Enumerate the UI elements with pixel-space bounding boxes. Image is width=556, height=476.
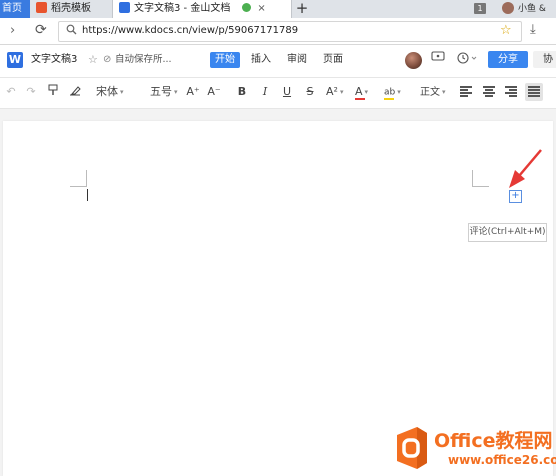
chevron-down-icon: ▾ [174, 88, 178, 96]
margin-corner-top-right [472, 170, 489, 187]
font-family-select[interactable]: 宋体 ▾ [96, 84, 124, 100]
highlight-swatch [384, 98, 394, 100]
browser-user-avatar[interactable] [502, 2, 514, 14]
chevron-down-icon: ▾ [397, 88, 401, 96]
reload-icon[interactable]: ⟳ [35, 21, 51, 39]
wps-doc-favicon-icon [119, 1, 130, 13]
align-left-icon[interactable] [460, 85, 472, 97]
font-color-swatch [355, 98, 365, 100]
font-size-value: 五号 [150, 85, 172, 98]
bookmark-star-icon[interactable]: ☆ [500, 22, 512, 40]
superscript-label: A² [326, 85, 338, 98]
docer-favicon-icon [36, 1, 47, 13]
save-status-icon: ⊘ [103, 54, 112, 65]
ribbon-tab-start[interactable]: 开始 [210, 52, 240, 68]
grow-font-button[interactable]: A⁺ [186, 84, 200, 100]
wps-logo-icon[interactable]: W [7, 52, 23, 68]
shrink-font-button[interactable]: A⁻ [207, 84, 221, 100]
superscript-button[interactable]: A² ▾ [326, 84, 348, 100]
italic-button[interactable]: I [259, 84, 271, 100]
paragraph-style-value: 正文 [420, 87, 440, 98]
tab-home-label: 首页 [2, 3, 22, 14]
tab-docer-templates[interactable]: 稻壳模板 [30, 0, 115, 18]
browser-user-name[interactable]: 小鱼 & [518, 0, 546, 18]
chevron-down-icon: ▾ [364, 88, 369, 96]
history-icon[interactable] [456, 51, 480, 69]
tab-active-label: 文字文稿3 - 金山文档 [134, 3, 231, 14]
comment-tooltip: 评论(Ctrl+Alt+M) [468, 223, 547, 242]
search-icon [66, 24, 78, 36]
tab-close-icon[interactable]: × [257, 0, 265, 18]
collaborate-button[interactable]: 协 [533, 51, 556, 68]
new-tab-button[interactable]: + [292, 0, 312, 18]
forward-icon[interactable]: › [10, 22, 24, 40]
download-icon[interactable]: ⤓ [530, 21, 536, 39]
watermark-url: www.office26.com [448, 453, 556, 467]
watermark-title: Office教程网 [434, 430, 553, 452]
share-button[interactable]: 分享 [488, 51, 528, 68]
office-logo-icon [397, 427, 427, 469]
align-center-icon[interactable] [483, 85, 495, 97]
font-size-select[interactable]: 五号 ▾ [150, 84, 180, 100]
chevron-down-icon: ▾ [339, 88, 344, 96]
font-color-label: A [355, 85, 363, 98]
comment-panel-icon[interactable] [430, 51, 446, 69]
ribbon-tab-review[interactable]: 审阅 [286, 52, 308, 68]
redo-icon[interactable]: ↷ [24, 84, 38, 100]
tab-templates-label: 稻壳模板 [51, 3, 91, 14]
strikethrough-button[interactable]: S [304, 84, 316, 100]
highlight-label: ab [384, 87, 396, 98]
save-status-text: 自动保存所... [115, 54, 172, 65]
favorite-star-icon[interactable]: ☆ [88, 53, 98, 67]
tab-count-badge[interactable]: 1 [474, 3, 486, 14]
url-text[interactable]: https://www.kdocs.cn/view/p/59067171789 [82, 21, 298, 41]
undo-icon[interactable]: ↶ [4, 84, 18, 100]
ribbon-tab-page[interactable]: 页面 [322, 52, 344, 68]
chevron-down-icon: ▾ [442, 88, 446, 96]
clear-format-icon[interactable] [67, 84, 83, 100]
font-family-value: 宋体 [96, 85, 118, 98]
paragraph-style-select[interactable]: 正文 ▾ [420, 84, 448, 100]
ribbon-tab-insert[interactable]: 插入 [250, 52, 272, 68]
collaborator-avatar[interactable] [405, 52, 422, 69]
align-right-icon[interactable] [505, 85, 517, 97]
format-toolbar [0, 78, 556, 109]
chevron-down-icon: ▾ [120, 88, 124, 96]
tab-active-document[interactable]: 文字文稿3 - 金山文档 × [112, 0, 292, 18]
bold-button[interactable]: B [236, 84, 248, 100]
text-cursor [87, 189, 88, 201]
align-justify-button[interactable] [525, 83, 543, 101]
tab-home[interactable]: 首页 [0, 0, 30, 18]
underline-button[interactable]: U [281, 84, 293, 100]
format-painter-icon[interactable] [45, 84, 61, 100]
tab-status-icon [242, 2, 252, 12]
annotation-arrow-icon [509, 149, 542, 188]
document-title[interactable]: 文字文稿3 [31, 53, 77, 67]
margin-corner-top-left [70, 170, 87, 187]
